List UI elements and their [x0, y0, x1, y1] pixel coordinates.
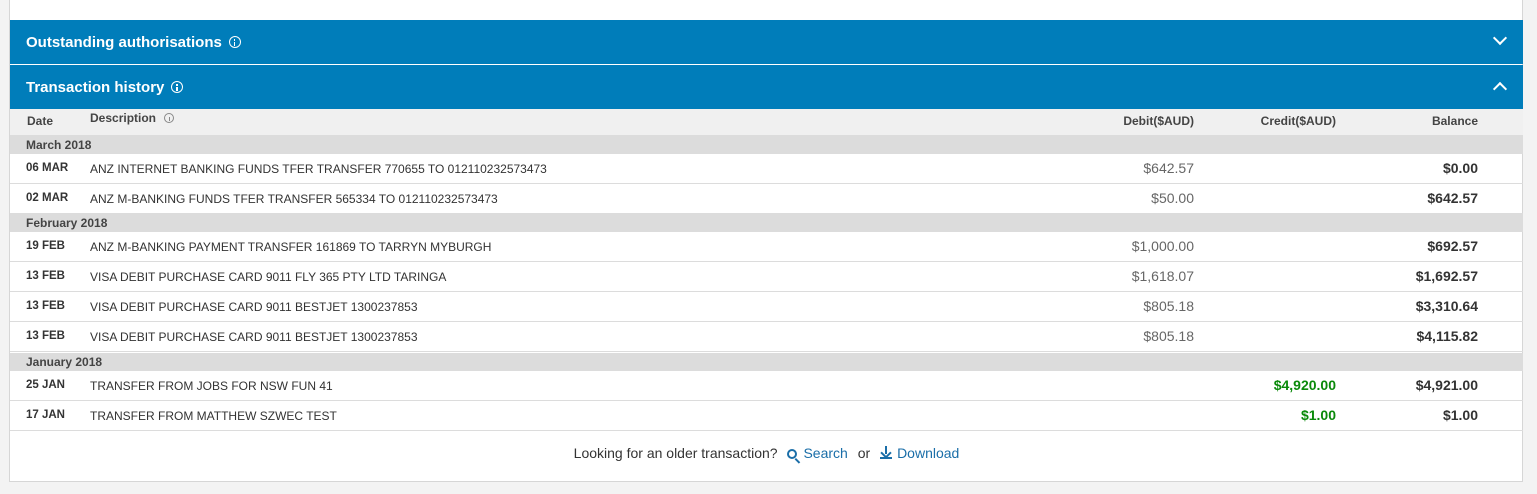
column-credit: Credit($AUD): [1260, 114, 1336, 128]
table-row[interactable]: 13 FEB VISA DEBIT PURCHASE CARD 9011 FLY…: [10, 262, 1523, 292]
download-icon: [880, 446, 893, 459]
row-date: 17 JAN: [26, 409, 65, 421]
row-description: ANZ M-BANKING PAYMENT TRANSFER 161869 TO…: [90, 240, 492, 254]
info-icon[interactable]: [171, 81, 184, 93]
row-debit: $1,000.00: [1131, 238, 1194, 254]
info-icon[interactable]: [228, 36, 241, 48]
row-balance: $0.00: [1442, 160, 1478, 176]
search-link[interactable]: Search: [787, 445, 848, 461]
row-balance: $3,310.64: [1415, 298, 1478, 314]
footer-prompt: Looking for an older transaction?: [573, 445, 778, 461]
row-date: 19 FEB: [26, 240, 65, 252]
table-row[interactable]: 13 FEB VISA DEBIT PURCHASE CARD 9011 BES…: [10, 292, 1523, 322]
table-row[interactable]: 17 JAN TRANSFER FROM MATTHEW SZWEC TEST …: [10, 401, 1523, 431]
row-description: VISA DEBIT PURCHASE CARD 9011 BESTJET 13…: [90, 330, 418, 344]
table-row[interactable]: 25 JAN TRANSFER FROM JOBS FOR NSW FUN 41…: [10, 371, 1523, 401]
row-debit: $1,618.07: [1131, 268, 1194, 284]
row-credit: $4,920.00: [1273, 377, 1336, 393]
chevron-up-icon[interactable]: [1492, 81, 1508, 97]
table-row[interactable]: 02 MAR ANZ M-BANKING FUNDS TFER TRANSFER…: [10, 184, 1523, 214]
row-description: VISA DEBIT PURCHASE CARD 9011 FLY 365 PT…: [90, 270, 447, 284]
column-description: Description: [90, 111, 175, 125]
row-debit: $642.57: [1143, 160, 1194, 176]
row-date: 06 MAR: [26, 162, 69, 174]
older-transactions-footer: Looking for an older transaction? Search…: [10, 445, 1523, 461]
row-balance: $4,921.00: [1415, 377, 1478, 393]
info-icon[interactable]: [164, 113, 175, 123]
column-balance: Balance: [1431, 114, 1478, 128]
transaction-history-header[interactable]: Transaction history: [10, 65, 1523, 109]
row-date: 13 FEB: [26, 300, 65, 312]
table-row[interactable]: 06 MAR ANZ INTERNET BANKING FUNDS TFER T…: [10, 154, 1523, 184]
row-date: 13 FEB: [26, 330, 65, 342]
download-link[interactable]: Download: [880, 445, 959, 461]
row-description: TRANSFER FROM JOBS FOR NSW FUN 41: [90, 379, 333, 393]
row-balance: $642.57: [1427, 190, 1478, 206]
row-description: VISA DEBIT PURCHASE CARD 9011 BESTJET 13…: [90, 300, 418, 314]
row-description: ANZ M-BANKING FUNDS TFER TRANSFER 565334…: [90, 192, 498, 206]
row-date: 02 MAR: [26, 192, 69, 204]
footer-or: or: [857, 445, 871, 461]
row-description: TRANSFER FROM MATTHEW SZWEC TEST: [90, 409, 337, 423]
outstanding-authorisations-title: Outstanding authorisations: [26, 33, 222, 51]
table-row[interactable]: 19 FEB ANZ M-BANKING PAYMENT TRANSFER 16…: [10, 232, 1523, 262]
table-row[interactable]: 13 FEB VISA DEBIT PURCHASE CARD 9011 BES…: [10, 322, 1523, 352]
row-debit: $50.00: [1151, 190, 1194, 206]
month-group-header: March 2018: [10, 136, 1523, 154]
column-debit: Debit($AUD): [1123, 114, 1194, 128]
row-date: 13 FEB: [26, 270, 65, 282]
table-header: Date Description Debit($AUD) Credit($AUD…: [10, 109, 1523, 136]
row-description: ANZ INTERNET BANKING FUNDS TFER TRANSFER…: [90, 162, 547, 176]
chevron-down-icon[interactable]: [1492, 30, 1508, 46]
row-balance: $4,115.82: [1416, 328, 1478, 344]
row-credit: $1.00: [1300, 407, 1336, 423]
row-balance: $1,692.57: [1415, 268, 1478, 284]
transaction-history-title: Transaction history: [26, 78, 165, 96]
row-balance: $692.57: [1427, 238, 1478, 254]
row-debit: $805.18: [1143, 328, 1194, 344]
outstanding-authorisations-header[interactable]: Outstanding authorisations: [10, 20, 1523, 64]
row-debit: $805.18: [1143, 298, 1194, 314]
search-icon: [787, 449, 798, 459]
row-date: 25 JAN: [26, 379, 65, 391]
row-balance: $1.00: [1442, 407, 1478, 423]
month-group-header: January 2018: [10, 353, 1523, 371]
column-date: Date: [27, 114, 54, 128]
month-group-header: February 2018: [10, 214, 1523, 232]
